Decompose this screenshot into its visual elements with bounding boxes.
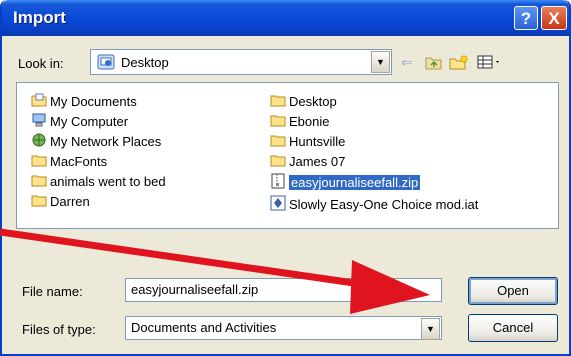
list-item[interactable]: James 07 <box>270 153 345 171</box>
list-item[interactable]: My Network Places <box>31 133 161 151</box>
list-item[interactable]: MacFonts <box>31 153 107 171</box>
folder-icon <box>31 173 47 190</box>
zip-file-icon <box>270 173 286 192</box>
chevron-down-icon[interactable]: ▼ <box>371 51 390 73</box>
files-of-type-value: Documents and Activities <box>131 320 277 335</box>
folder-icon <box>270 133 286 150</box>
files-of-type-label: Files of type: <box>22 322 96 337</box>
import-dialog: Import ? X Look in: Desktop ▼ ⇐ My Docum… <box>0 0 571 356</box>
list-item-selected[interactable]: easyjournaliseefall.zip <box>270 173 421 192</box>
look-in-value: Desktop <box>121 55 169 70</box>
open-button[interactable]: Open <box>468 277 558 305</box>
titlebar: Import ? X <box>2 0 569 36</box>
cancel-button[interactable]: Cancel <box>468 314 558 342</box>
up-folder-icon[interactable] <box>425 54 443 73</box>
list-item[interactable]: My Computer <box>31 113 128 131</box>
help-button[interactable]: ? <box>514 6 538 30</box>
list-item[interactable]: My Documents <box>31 93 137 111</box>
file-name-input[interactable]: easyjournaliseefall.zip <box>125 278 442 302</box>
window-title: Import <box>13 8 66 27</box>
file-name-label: File name: <box>22 284 83 299</box>
files-of-type-select[interactable]: Documents and Activities ▼ <box>125 316 442 340</box>
my-documents-icon <box>31 93 47 110</box>
iat-file-icon <box>270 195 286 214</box>
file-list[interactable]: My Documents My Computer My Network Plac… <box>16 82 559 229</box>
list-item[interactable]: animals went to bed <box>31 173 166 191</box>
list-item[interactable]: Desktop <box>270 93 337 111</box>
list-item[interactable]: Huntsville <box>270 133 345 151</box>
back-arrow-icon[interactable]: ⇐ <box>401 54 413 71</box>
list-item[interactable]: Darren <box>31 193 90 211</box>
list-item[interactable]: Slowly Easy-One Choice mod.iat <box>270 195 478 213</box>
view-menu-icon[interactable] <box>477 54 503 73</box>
folder-icon <box>270 153 286 170</box>
folder-icon <box>270 93 286 110</box>
look-in-label: Look in: <box>18 56 64 71</box>
folder-icon <box>31 153 47 170</box>
close-button[interactable]: X <box>541 6 567 30</box>
network-places-icon <box>31 133 47 150</box>
desktop-icon <box>97 53 115 74</box>
list-item[interactable]: Ebonie <box>270 113 329 131</box>
new-folder-icon[interactable] <box>449 54 469 73</box>
chevron-down-icon[interactable]: ▼ <box>421 318 440 340</box>
folder-icon <box>31 193 47 210</box>
my-computer-icon <box>31 113 47 130</box>
folder-icon <box>270 113 286 130</box>
look-in-select[interactable]: Desktop ▼ <box>90 49 392 75</box>
